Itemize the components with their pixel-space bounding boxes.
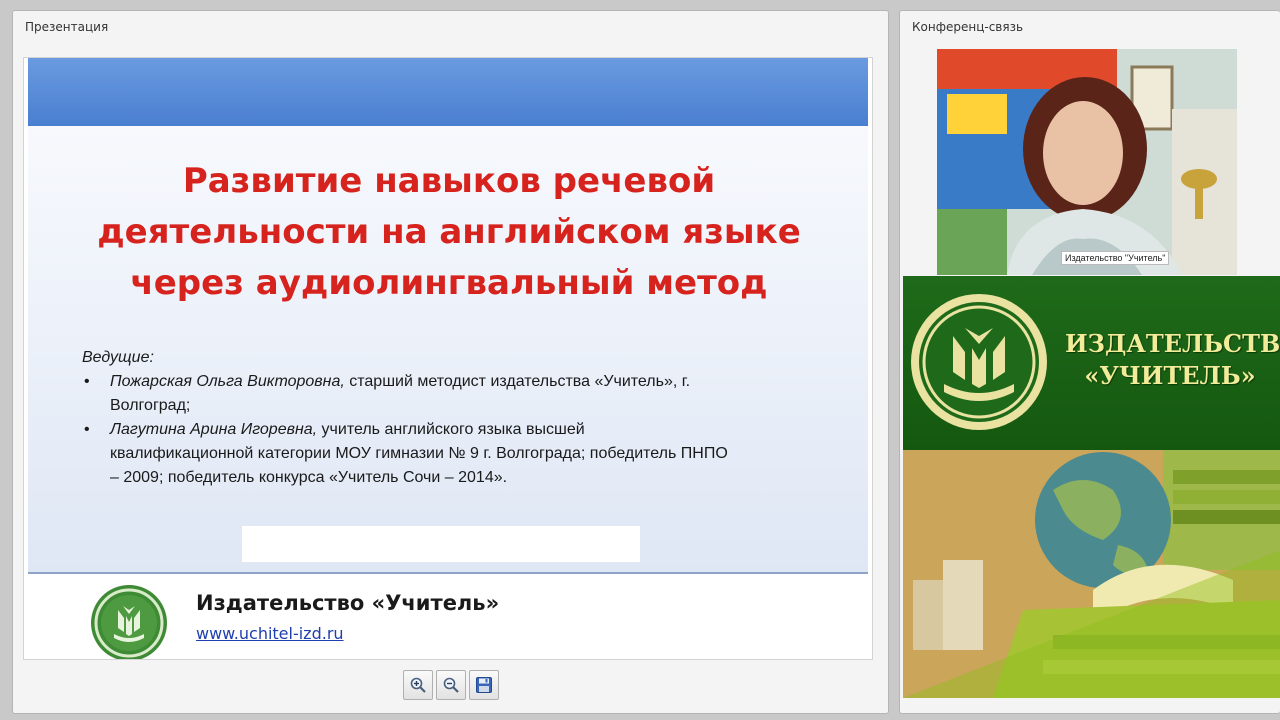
- books-globe-image: [903, 450, 1280, 698]
- zoom-in-icon: [410, 677, 426, 693]
- slide-title-line-3: через аудиолингвальный метод: [130, 263, 768, 303]
- leader-desc: Волгоград;: [110, 397, 191, 414]
- leaders-heading: Ведущие:: [82, 349, 154, 366]
- floppy-disk-icon: [476, 677, 492, 693]
- conference-panel: Конференц-связь Издательство "Учитель" И…: [899, 10, 1280, 714]
- leader-desc: учитель английского языка высшей: [317, 421, 585, 438]
- banner-logo-icon: [911, 294, 1047, 430]
- publisher-logo-icon: [91, 585, 167, 659]
- banner-title-line-2: «УЧИТЕЛЬ»: [1084, 361, 1256, 390]
- leader-desc: старший методист издательства «Учитель»,…: [344, 373, 691, 390]
- leader-name: Пожарская Ольга Викторовна,: [110, 373, 345, 390]
- presentation-panel-title: Презентация: [25, 20, 109, 34]
- leader-name: Лагутина Арина Игоревна,: [110, 421, 318, 438]
- zoom-out-icon: [443, 677, 459, 693]
- leader-item: Лагутина Арина Игоревна, учитель английс…: [82, 418, 852, 490]
- banner-title-line-1: ИЗДАТЕЛЬСТВО: [1065, 329, 1280, 358]
- presentation-panel: Презентация Развитие навыков речевой дея…: [12, 10, 889, 714]
- speaker-video-image: [937, 49, 1237, 275]
- presentation-toolbar: [403, 670, 499, 700]
- slide-title-line-1: Развитие навыков речевой: [182, 161, 716, 201]
- zoom-in-button[interactable]: [403, 670, 433, 700]
- slide-blank-bar: [242, 526, 640, 562]
- save-button[interactable]: [469, 670, 499, 700]
- leader-item: Пожарская Ольга Викторовна, старший мето…: [82, 370, 852, 418]
- video-label: Издательство "Учитель": [1061, 251, 1170, 265]
- banner-title: ИЗДАТЕЛЬСТВО «УЧИТЕЛЬ»: [1065, 328, 1280, 392]
- publisher-url-link[interactable]: www.uchitel-izd.ru: [196, 624, 344, 643]
- publisher-name: Издательство «Учитель»: [196, 591, 500, 615]
- slide-header-band: [28, 58, 868, 126]
- leader-desc: квалификационной категории МОУ гимназии …: [110, 445, 728, 462]
- slide-title: Развитие навыков речевой деятельности на…: [24, 156, 872, 309]
- video-feed[interactable]: Издательство "Учитель": [937, 49, 1237, 275]
- publisher-banner: ИЗДАТЕЛЬСТВО «УЧИТЕЛЬ»: [903, 276, 1280, 698]
- slide-title-line-2: деятельности на английском языке: [97, 212, 801, 252]
- leaders-list: Пожарская Ольга Викторовна, старший мето…: [82, 370, 852, 490]
- conference-panel-title: Конференц-связь: [912, 20, 1024, 34]
- leader-desc: – 2009; победитель конкурса «Учитель Соч…: [110, 469, 508, 486]
- slide: Развитие навыков речевой деятельности на…: [23, 57, 873, 660]
- leaders-block: Ведущие: Пожарская Ольга Викторовна, ста…: [82, 346, 852, 490]
- banner-books-image: [903, 450, 1280, 698]
- zoom-out-button[interactable]: [436, 670, 466, 700]
